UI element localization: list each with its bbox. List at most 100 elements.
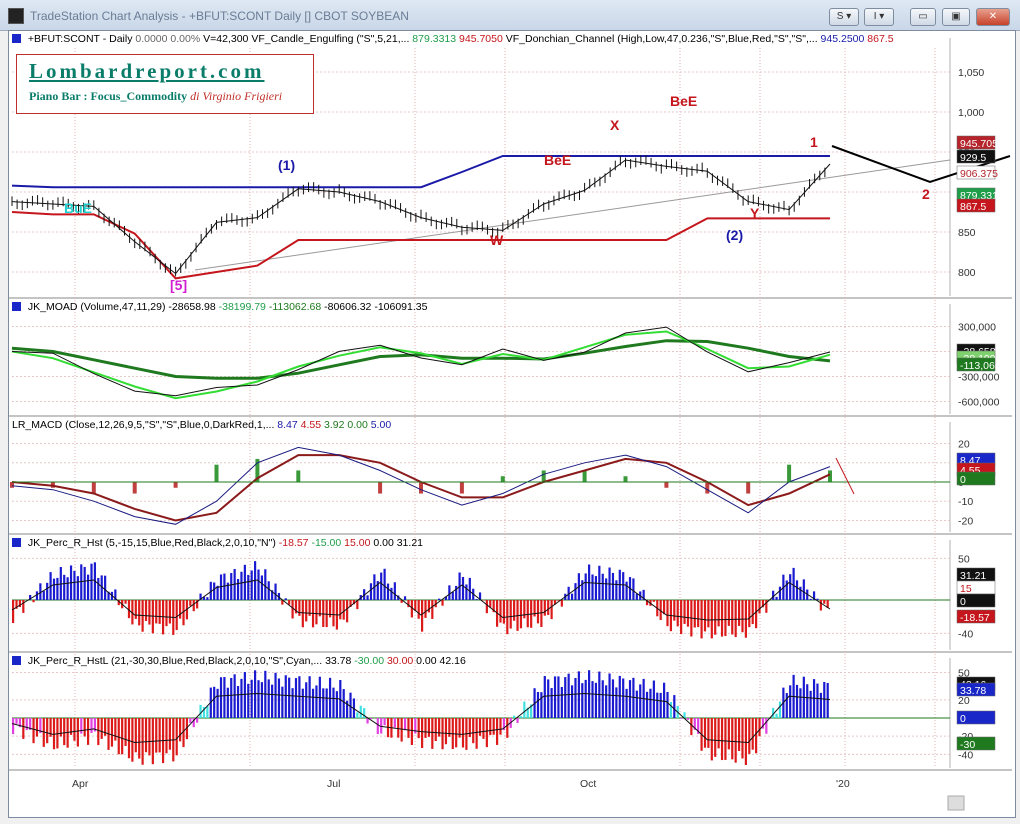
percrl-tick-label: -40 bbox=[958, 749, 973, 761]
percr-bar bbox=[707, 600, 710, 628]
percr-bar bbox=[697, 600, 700, 628]
percrl-bar bbox=[291, 688, 294, 718]
percrl-bar bbox=[795, 684, 799, 718]
percrl-bar bbox=[734, 718, 737, 763]
percr-bar bbox=[284, 598, 287, 600]
percrl-bar bbox=[628, 680, 632, 718]
percrl-bar bbox=[73, 718, 76, 741]
macd-hist-bar bbox=[582, 470, 587, 482]
percrl-bar bbox=[76, 718, 79, 747]
percr-bar bbox=[799, 586, 802, 600]
percrl-bar bbox=[540, 692, 543, 718]
percr-bar bbox=[683, 600, 686, 624]
percr-bar bbox=[264, 569, 267, 600]
percrl-bar bbox=[806, 684, 809, 718]
donchian-v1: 945.2500 bbox=[820, 33, 865, 45]
percrl-bar bbox=[196, 718, 199, 723]
percr-v1: -18.57 bbox=[278, 537, 309, 549]
percrl-bar bbox=[97, 718, 100, 746]
percr-bar bbox=[369, 583, 373, 600]
wave-annotation: (1) bbox=[278, 157, 295, 173]
engulfing-v1: 879.3313 bbox=[412, 33, 457, 45]
percrl-bar bbox=[127, 718, 131, 759]
brand-box: Lombardreport.com Piano Bar : Focus_Comm… bbox=[16, 54, 314, 114]
percrl-bar bbox=[144, 718, 148, 753]
percr-bar bbox=[192, 600, 195, 612]
percr-bar bbox=[165, 600, 168, 627]
price-tick-label: 800 bbox=[958, 267, 976, 279]
percrl-bar bbox=[175, 718, 178, 756]
chart-svg[interactable]: 1,0501,000950900850800945.705929.5906.37… bbox=[0, 0, 1020, 824]
percr-bar bbox=[605, 578, 608, 600]
percrl-bar bbox=[724, 718, 727, 760]
percr-bar bbox=[22, 600, 25, 613]
percr-bar bbox=[499, 600, 502, 623]
percr-bar bbox=[662, 600, 666, 615]
percr-bar bbox=[298, 600, 301, 616]
macd-v2: 4.55 bbox=[300, 419, 322, 431]
percrl-bar bbox=[513, 715, 516, 718]
percrl-bar bbox=[775, 713, 778, 718]
percrl-bar bbox=[12, 718, 15, 735]
macd-hist-bar bbox=[541, 470, 546, 482]
percrl-bar bbox=[720, 718, 724, 761]
percr-bar bbox=[686, 600, 690, 627]
macd-hist-bar bbox=[459, 482, 464, 494]
brand-site[interactable]: Lombardreport.com bbox=[29, 59, 265, 84]
wave-annotation: 1 bbox=[810, 134, 818, 150]
percrl-bar bbox=[427, 718, 431, 737]
percr-bar bbox=[206, 597, 209, 600]
percrl-bar bbox=[301, 688, 304, 718]
percr-bar bbox=[414, 600, 417, 611]
percrl-bar bbox=[591, 681, 594, 718]
percrl-bar bbox=[799, 688, 802, 718]
volume-value: V=42,300 bbox=[203, 33, 249, 45]
percr-bar bbox=[236, 579, 240, 600]
percr-bar bbox=[386, 583, 390, 600]
percr-bar bbox=[431, 600, 434, 619]
percrl-bar bbox=[267, 679, 270, 718]
percr-bar bbox=[755, 600, 758, 629]
percr-bar bbox=[366, 595, 369, 600]
percrl-bar bbox=[274, 672, 277, 718]
percr-bar bbox=[315, 600, 318, 625]
percr-bar bbox=[741, 600, 744, 633]
wave-annotation: 2 bbox=[922, 186, 930, 202]
percr-bar bbox=[144, 600, 148, 621]
macd-hist-bar bbox=[378, 482, 383, 494]
percrl-bar bbox=[141, 718, 144, 765]
percr-bar bbox=[155, 600, 158, 624]
percrl-bar bbox=[311, 688, 315, 718]
percrl-bar bbox=[523, 701, 526, 718]
price-tick-label: 1,050 bbox=[958, 67, 984, 79]
percrl-bar bbox=[179, 718, 182, 742]
percr-bar bbox=[758, 600, 761, 614]
percrl-bar bbox=[213, 686, 216, 718]
scroll-thumb[interactable] bbox=[947, 795, 965, 811]
percr-bar bbox=[138, 600, 141, 626]
percrl-bar bbox=[666, 692, 669, 718]
percrl-bar bbox=[686, 718, 690, 720]
percr-tag-label: 15 bbox=[960, 583, 972, 595]
panel-icon bbox=[12, 656, 21, 665]
percr-bar bbox=[417, 600, 420, 619]
percrl-bar bbox=[22, 718, 25, 739]
x-label-jul: Jul bbox=[327, 778, 341, 790]
x-label-2020: '20 bbox=[836, 778, 850, 790]
percr-bar bbox=[601, 573, 604, 600]
percr-bar bbox=[652, 600, 655, 602]
moad-v2: -38199.79 bbox=[218, 301, 266, 313]
percrl-bar bbox=[369, 718, 373, 720]
percrl-bar bbox=[468, 718, 471, 738]
percrl-bar bbox=[485, 718, 488, 748]
price-tag-label: 945.705 bbox=[960, 138, 998, 150]
percrl-bar bbox=[121, 718, 124, 755]
moad-v5: -106091.35 bbox=[374, 301, 428, 313]
percrl-bar bbox=[421, 718, 424, 748]
percrl-bar bbox=[83, 718, 86, 737]
percrl-bar bbox=[669, 702, 673, 718]
percr-bar bbox=[513, 600, 516, 621]
macd-projection bbox=[835, 457, 855, 495]
macd-hist-bar bbox=[746, 482, 751, 494]
percr-bar bbox=[737, 600, 741, 626]
